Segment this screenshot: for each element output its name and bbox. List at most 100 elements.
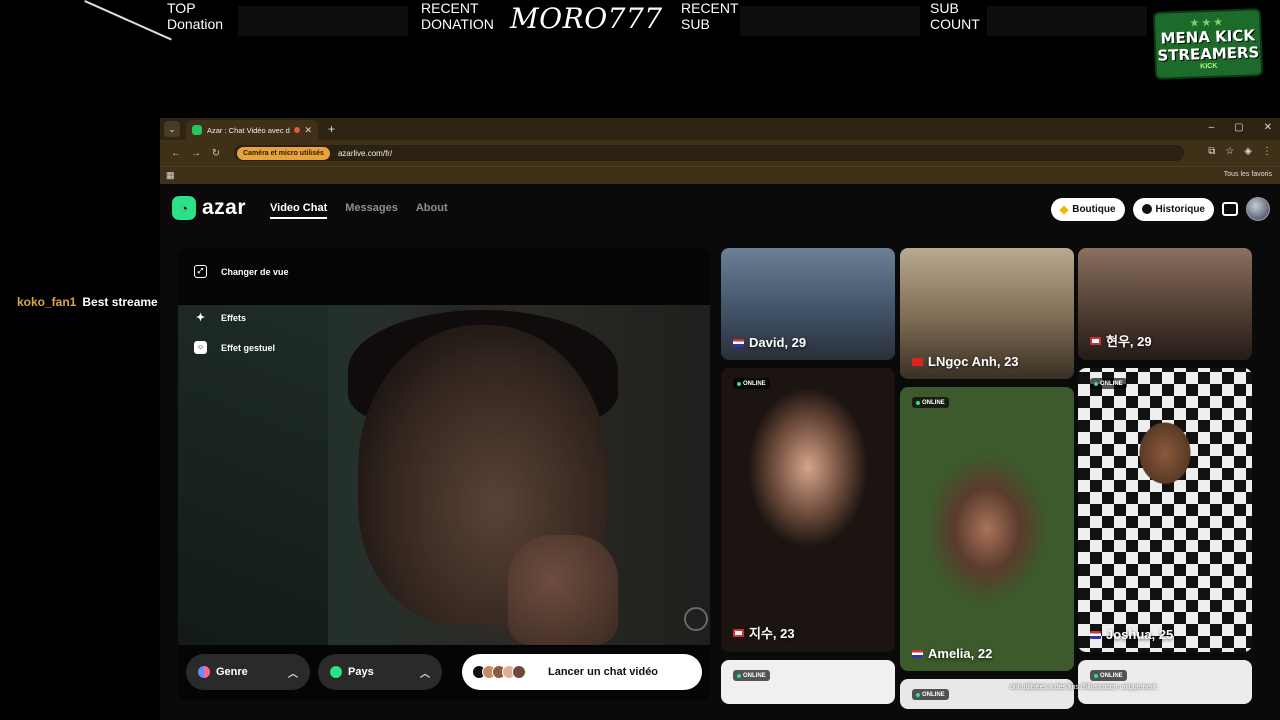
country-filter[interactable]: Pays ︿ bbox=[318, 654, 442, 690]
menu-dots-icon[interactable]: ⋮ bbox=[1262, 146, 1272, 157]
nav-actions: ◆ Boutique Historique bbox=[1050, 197, 1270, 221]
mena-kick-streamers-logo: ★★★ MENA KICK STREAMERS KICK bbox=[1152, 8, 1264, 80]
profile-name-text: David, 29 bbox=[749, 335, 807, 350]
historique-label: Historique bbox=[1155, 203, 1205, 215]
profile-name-text: Joshua, 25 bbox=[1106, 627, 1174, 642]
profile-card[interactable]: ONLINE Amelia, 22 bbox=[900, 387, 1074, 671]
azar-logo[interactable]: ◔ azar bbox=[172, 196, 246, 220]
online-badge: ONLINE bbox=[733, 670, 770, 681]
azar-navbar: ◔ azar Video Chat Messages About ◆ Bouti… bbox=[160, 184, 1280, 230]
stream-chat-message: koko_fan1 Best streame bbox=[17, 295, 158, 309]
toolbar-icons: ⧉ ☆ ◈ ⋮ bbox=[1208, 146, 1272, 157]
azar-logo-text: azar bbox=[202, 196, 247, 219]
tab-close-icon[interactable]: ✕ bbox=[304, 125, 312, 136]
overlay-stripe bbox=[84, 0, 172, 41]
all-bookmarks-link[interactable]: Tous les favoris bbox=[1224, 171, 1272, 178]
minimize-button[interactable]: – bbox=[1209, 122, 1215, 133]
sub-count-label-2: COUNT bbox=[930, 16, 980, 32]
genre-filter[interactable]: Genre ︿ bbox=[186, 654, 310, 690]
recent-donation-name: MORO777 bbox=[510, 2, 663, 35]
video-panel: ⤢ Changer de vue ✦ Effets ☺ Effet gestue… bbox=[178, 248, 710, 700]
badge-kick: KICK bbox=[1200, 62, 1218, 71]
online-badge: ONLINE bbox=[1090, 670, 1127, 681]
nav-video-chat[interactable]: Video Chat bbox=[270, 202, 328, 219]
camera-mic-permission-badge[interactable]: Caméra et micro utilisés bbox=[237, 146, 330, 160]
azar-logo-icon: ◔ bbox=[172, 196, 196, 220]
cast-icon[interactable]: ⧉ bbox=[1208, 146, 1215, 157]
new-tab-button[interactable]: + bbox=[328, 122, 335, 136]
kr-flag-icon bbox=[1090, 336, 1101, 345]
historique-button[interactable]: Historique bbox=[1132, 197, 1214, 221]
tab-search-chevron-icon[interactable]: ⌄ bbox=[164, 121, 180, 137]
profile-card[interactable]: 현우, 29 bbox=[1078, 248, 1252, 360]
vn-flag-icon bbox=[912, 357, 923, 366]
effects-button[interactable]: ✦ Effets bbox=[194, 311, 246, 324]
camera-preview bbox=[178, 305, 710, 645]
recording-indicator-icon bbox=[294, 127, 301, 133]
online-label: ONLINE bbox=[922, 691, 945, 698]
top-donation-label-1: TOP bbox=[167, 0, 196, 16]
boutique-button[interactable]: ◆ Boutique bbox=[1050, 197, 1125, 221]
avatar-stack bbox=[472, 665, 526, 679]
chat-controls: Genre ︿ Pays ︿ Lancer un chat vidéo bbox=[186, 654, 702, 690]
change-view-button[interactable]: ⤢ Changer de vue bbox=[194, 265, 289, 278]
us-flag-icon bbox=[733, 338, 744, 347]
extensions-icon[interactable]: ◈ bbox=[1244, 146, 1252, 157]
us-flag-icon bbox=[1090, 630, 1101, 639]
profile-card[interactable]: ONLINE bbox=[721, 660, 895, 704]
chat-text: Best streame bbox=[82, 295, 158, 309]
online-label: ONLINE bbox=[743, 380, 766, 387]
apps-grid-icon[interactable]: ▦ bbox=[166, 170, 175, 181]
profile-name: Amelia, 22 bbox=[912, 646, 992, 661]
reload-button[interactable]: ↻ bbox=[206, 148, 226, 159]
profile-name-text: LNgọc Anh, 23 bbox=[928, 354, 1019, 369]
recent-sub-label-1: RECENT bbox=[681, 0, 739, 16]
nav-messages[interactable]: Messages bbox=[345, 202, 398, 219]
tab-bar: ⌄ Azar : Chat Vidéo avec de n ✕ + – ▢ ✕ bbox=[160, 118, 1280, 140]
online-badge: ONLINE bbox=[1090, 378, 1127, 389]
profile-name: LNgọc Anh, 23 bbox=[912, 354, 1019, 369]
recent-sub-box bbox=[740, 6, 920, 36]
back-button[interactable]: ← bbox=[166, 148, 186, 159]
profile-name: 현우, 29 bbox=[1090, 331, 1152, 350]
recent-donation-label-1: RECENT bbox=[421, 0, 479, 16]
online-badge: ONLINE bbox=[733, 378, 770, 389]
profile-card[interactable]: LNgọc Anh, 23 bbox=[900, 248, 1074, 379]
online-dot-icon bbox=[737, 673, 741, 678]
boutique-label: Boutique bbox=[1072, 203, 1116, 215]
omnibox[interactable]: Caméra et micro utilisés azarlive.com/fr… bbox=[234, 145, 1184, 161]
top-donation-box bbox=[238, 6, 408, 36]
nav-about[interactable]: About bbox=[416, 202, 448, 219]
smiley-icon: ☺ bbox=[194, 341, 207, 354]
kr-flag-icon bbox=[733, 628, 744, 637]
us-flag-icon bbox=[912, 649, 923, 658]
online-badge: ONLINE bbox=[912, 397, 949, 408]
chevron-up-icon: ︿ bbox=[420, 668, 430, 680]
browser-tab-azar[interactable]: Azar : Chat Vidéo avec de n ✕ bbox=[186, 120, 318, 140]
profile-card[interactable]: David, 29 bbox=[721, 248, 895, 360]
profile-card[interactable]: ONLINE 지수, 23 bbox=[721, 368, 895, 652]
forward-button[interactable]: → bbox=[186, 148, 206, 159]
maximize-button[interactable]: ▢ bbox=[1234, 122, 1243, 133]
profile-avatar[interactable] bbox=[1246, 197, 1270, 221]
start-video-chat-button[interactable]: Lancer un chat vidéo bbox=[462, 654, 702, 690]
profile-card[interactable]: ONLINE Joshua, 25 bbox=[1078, 368, 1252, 652]
chat-username: koko_fan1 bbox=[17, 295, 77, 309]
pays-label: Pays bbox=[348, 666, 374, 678]
history-clock-icon bbox=[1141, 204, 1152, 214]
online-dot-icon bbox=[1094, 381, 1098, 386]
profile-grid: David, 29 ONLINE 지수, 23 ONLINE LNgọc Anh… bbox=[720, 248, 1255, 720]
recent-donation-label-2: DONATION bbox=[421, 16, 494, 32]
bookmark-star-icon[interactable]: ☆ bbox=[1225, 146, 1234, 157]
close-window-button[interactable]: ✕ bbox=[1264, 122, 1272, 133]
online-label: ONLINE bbox=[1100, 672, 1123, 679]
inbox-icon[interactable] bbox=[1222, 202, 1238, 216]
start-label: Lancer un chat vidéo bbox=[548, 666, 659, 678]
azar-page: ◔ azar Video Chat Messages About ◆ Bouti… bbox=[160, 184, 1280, 720]
illustration-disclaimer: ont utilisées à des fins d'illustration … bbox=[1010, 684, 1159, 691]
profile-card[interactable]: ONLINE bbox=[1078, 660, 1252, 704]
url-text: azarlive.com/fr/ bbox=[337, 148, 393, 158]
online-dot-icon bbox=[916, 692, 920, 697]
gesture-effect-button[interactable]: ☺ Effet gestuel bbox=[194, 341, 275, 354]
watermark-icon bbox=[684, 607, 708, 631]
